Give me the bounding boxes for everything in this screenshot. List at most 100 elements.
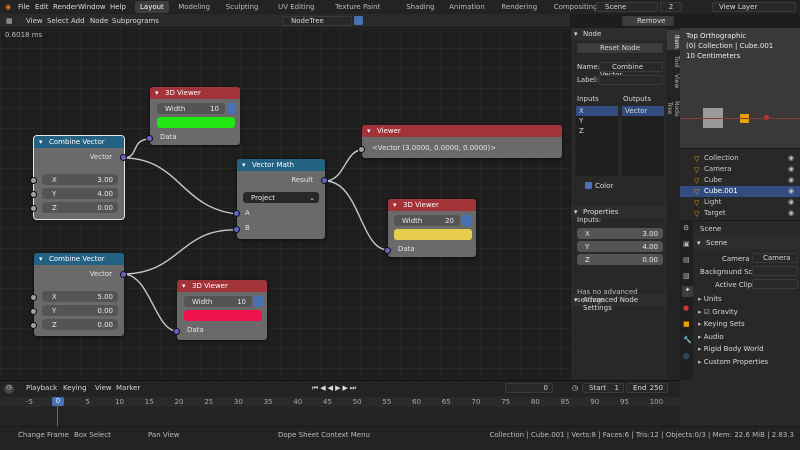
combine-vector-node-2[interactable]: Combine Vector Vector X 5.00 Y 0.00 Z 0.00 (30, 253, 127, 336)
menu-help[interactable]: Help (110, 3, 126, 11)
data-input-socket[interactable] (173, 328, 180, 335)
width-field[interactable]: Width 10 (157, 103, 225, 114)
z-input-socket[interactable] (30, 205, 37, 212)
menu-view[interactable]: View (26, 17, 43, 25)
node-name-field[interactable]: Combine Vector (599, 62, 663, 79)
vector-output-socket[interactable] (120, 154, 127, 161)
toggle-icon[interactable] (462, 215, 471, 226)
end-field[interactable]: End 250 (626, 383, 668, 393)
x-input-socket[interactable] (30, 177, 37, 184)
world-icon[interactable]: ● (683, 304, 689, 312)
background-scene-field[interactable] (752, 266, 798, 276)
data-input-socket[interactable] (358, 146, 365, 153)
inputs-list[interactable]: X Y Z (576, 106, 618, 176)
visibility-icon[interactable]: ◉ (788, 209, 794, 217)
scene-panel-header[interactable]: Scene (694, 237, 800, 249)
active-clip-field[interactable] (752, 279, 798, 289)
tab-node-tree[interactable]: Node Tree (666, 91, 680, 123)
color-checkbox[interactable] (585, 182, 592, 189)
scene-icon[interactable]: ✦ (682, 286, 693, 297)
toggle-icon[interactable] (254, 296, 263, 307)
outliner-item-cube-001[interactable]: ▽ Cube.001 ◉ (680, 186, 800, 197)
property-group-audio[interactable]: ▸ Audio (698, 333, 724, 341)
visibility-icon[interactable]: ◉ (788, 154, 794, 162)
outliner-item-target[interactable]: ▽ Target ◉ (680, 208, 800, 219)
tab-uv-editing[interactable]: UV Editing (273, 1, 320, 13)
timeline-menu-view[interactable]: View (95, 384, 112, 392)
x-field[interactable]: X 5.00 (42, 291, 118, 302)
timeline-menu-marker[interactable]: Marker (116, 384, 140, 392)
node-canvas[interactable]: 0.6018 ms Combine Vector Vector X3.00 Y4… (0, 28, 570, 380)
outliner-item-camera[interactable]: ▽ Camera ◉ (680, 164, 800, 175)
data-input-socket[interactable] (384, 247, 391, 254)
view-layer-icon[interactable]: ▧ (683, 272, 690, 280)
timeline-menu-keying[interactable]: Keying (63, 384, 87, 392)
width-field[interactable]: Width 20 (394, 215, 460, 226)
tab-compositing[interactable]: Compositing (549, 1, 603, 13)
tab-item[interactable]: Item (667, 30, 680, 50)
input-item-z[interactable]: Z (576, 126, 618, 136)
playhead[interactable]: 0 (52, 397, 64, 406)
input-y-field[interactable]: Y 4.00 (577, 241, 663, 252)
z-field[interactable]: Z 0.00 (42, 319, 118, 330)
x-field[interactable]: X 3.00 (42, 174, 118, 185)
menu-add[interactable]: Add (71, 17, 85, 25)
object-icon[interactable]: ■ (683, 320, 690, 328)
property-group-units[interactable]: ▸ Units (698, 295, 722, 303)
y-field[interactable]: Y 4.00 (42, 188, 118, 199)
toggle-icon[interactable] (227, 103, 236, 114)
result-output-socket[interactable] (321, 177, 328, 184)
z-input-socket[interactable] (30, 322, 37, 329)
tab-tool[interactable]: Tool (667, 51, 680, 69)
y-input-socket[interactable] (30, 191, 37, 198)
current-frame-field[interactable]: 0 (505, 383, 553, 393)
combine-vector-node-1[interactable]: Combine Vector Vector X 3.00 Y 4.00 Z 0.00 (30, 135, 127, 220)
input-z-field[interactable]: Z 0.00 (577, 254, 663, 265)
view-layer-selector[interactable]: View Layer (712, 2, 796, 12)
node-panel-header[interactable]: Node (571, 28, 667, 40)
input-item-y[interactable]: Y (576, 116, 618, 126)
menu-subprograms[interactable]: Subprograms (112, 17, 159, 25)
a-input-socket[interactable] (233, 210, 240, 217)
y-field[interactable]: Y 0.00 (42, 305, 118, 316)
modifier-icon[interactable]: 🔧 (683, 336, 692, 344)
tool-icon[interactable]: ⚙ (683, 224, 689, 232)
property-group-custom-properties[interactable]: ▸ Custom Properties (698, 358, 768, 366)
clock-icon[interactable]: ◷ (572, 384, 578, 392)
timeline-menu-playback[interactable]: Playback (26, 384, 57, 392)
reset-node-button[interactable]: Reset Node (577, 43, 663, 53)
viewer-node[interactable]: Viewer <Vector (3.0000, 0.0000, 0.0000)> (358, 125, 562, 158)
tab-animation[interactable]: Animation (444, 1, 490, 13)
editor-type-icon[interactable]: ◷ (4, 384, 14, 394)
camera-field[interactable]: Camera (752, 253, 798, 263)
render-icon[interactable]: ▣ (683, 240, 690, 248)
tab-layout[interactable]: Layout (135, 1, 169, 13)
3d-viewer-node-2[interactable]: 3D Viewer Width 10 Data (173, 280, 267, 340)
outliner-item-light[interactable]: ▽ Light ◉ (680, 197, 800, 208)
menu-window[interactable]: Window (78, 3, 106, 11)
b-input-socket[interactable] (233, 226, 240, 233)
outliner-item-collection[interactable]: ▽ Collection ◉ (680, 153, 800, 164)
color-swatch[interactable] (394, 229, 472, 240)
node-tree-selector[interactable]: NodeTree (282, 16, 352, 26)
vector-math-node[interactable]: Vector Math Result Project ⌄ A B (233, 159, 328, 239)
physics-icon[interactable]: ◎ (683, 352, 689, 360)
remove-button[interactable]: Remove (622, 16, 674, 26)
menu-file[interactable]: File (18, 3, 30, 11)
scene-count[interactable]: 2 (660, 2, 682, 12)
menu-render[interactable]: Render (53, 3, 78, 11)
visibility-icon[interactable]: ◉ (788, 198, 794, 206)
property-group-rigid-body-world[interactable]: ▸ Rigid Body World (698, 345, 764, 353)
editor-type-icon[interactable]: ▦ (6, 17, 13, 25)
node-label-field[interactable] (599, 75, 663, 85)
input-item-x[interactable]: X (576, 106, 618, 116)
vector-output-socket[interactable] (120, 271, 127, 278)
property-group-gravity[interactable]: ▸ ☑ Gravity (698, 308, 738, 316)
3d-viewer-node-3[interactable]: 3D Viewer Width 20 Data (384, 199, 476, 257)
property-group-keying-sets[interactable]: ▸ Keying Sets (698, 320, 745, 328)
timeline[interactable]: ◷ Playback Keying View Marker ⏮◀◀▶▶⏭ 0 ◷ St… (0, 380, 680, 426)
tab-view[interactable]: View (667, 70, 680, 90)
tab-texture-paint[interactable]: Texture Paint (330, 1, 385, 13)
fake-user-icon[interactable] (354, 16, 363, 25)
3d-viewer-node-1[interactable]: 3D Viewer Width 10 Data (146, 87, 240, 145)
